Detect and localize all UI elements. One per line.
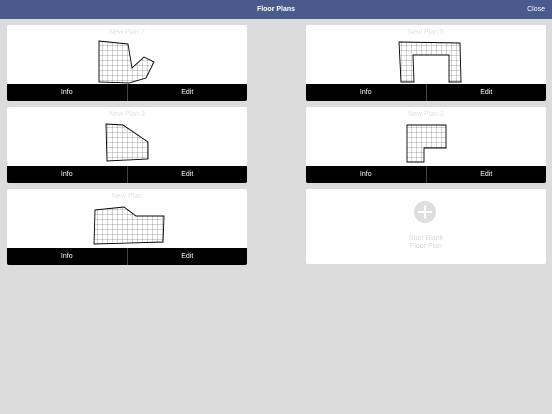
- edit-button[interactable]: Edit: [126, 166, 248, 183]
- start-blank-card[interactable]: Start Blank Floor Plan: [306, 189, 546, 264]
- plan-card[interactable]: New Plan 3 Info Edit: [7, 107, 247, 183]
- page-title: Floor Plans: [256, 6, 296, 13]
- action-bar: Info Edit: [7, 248, 247, 265]
- close-button[interactable]: Close: [527, 0, 545, 19]
- action-bar: Info Edit: [306, 84, 546, 101]
- info-button[interactable]: Info: [7, 84, 127, 101]
- action-bar: Info Edit: [7, 166, 247, 183]
- edit-button[interactable]: Edit: [425, 166, 547, 183]
- start-blank-label: Start Blank Floor Plan: [306, 235, 546, 251]
- plus-circle-icon: [414, 201, 436, 223]
- plan-card[interactable]: New Plan 2 Info Edit: [306, 107, 546, 183]
- start-blank-line1: Start Blank: [408, 235, 444, 242]
- action-bar: Info Edit: [7, 84, 247, 101]
- info-button[interactable]: Info: [306, 166, 426, 183]
- edit-button[interactable]: Edit: [425, 84, 547, 101]
- start-blank-line2: Floor Plan: [410, 243, 442, 250]
- edit-button[interactable]: Edit: [126, 248, 248, 265]
- plan-card[interactable]: New Plan 5 Info Edit: [306, 25, 546, 101]
- plan-card[interactable]: New Plan 7 Info Edit: [7, 25, 247, 101]
- info-button[interactable]: Info: [7, 166, 127, 183]
- info-button[interactable]: Info: [306, 84, 426, 101]
- plan-card[interactable]: New Plan Info Edit: [7, 189, 247, 265]
- action-bar: Info Edit: [306, 166, 546, 183]
- info-button[interactable]: Info: [7, 248, 127, 265]
- edit-button[interactable]: Edit: [126, 84, 248, 101]
- top-bar: Floor Plans Close: [0, 0, 552, 19]
